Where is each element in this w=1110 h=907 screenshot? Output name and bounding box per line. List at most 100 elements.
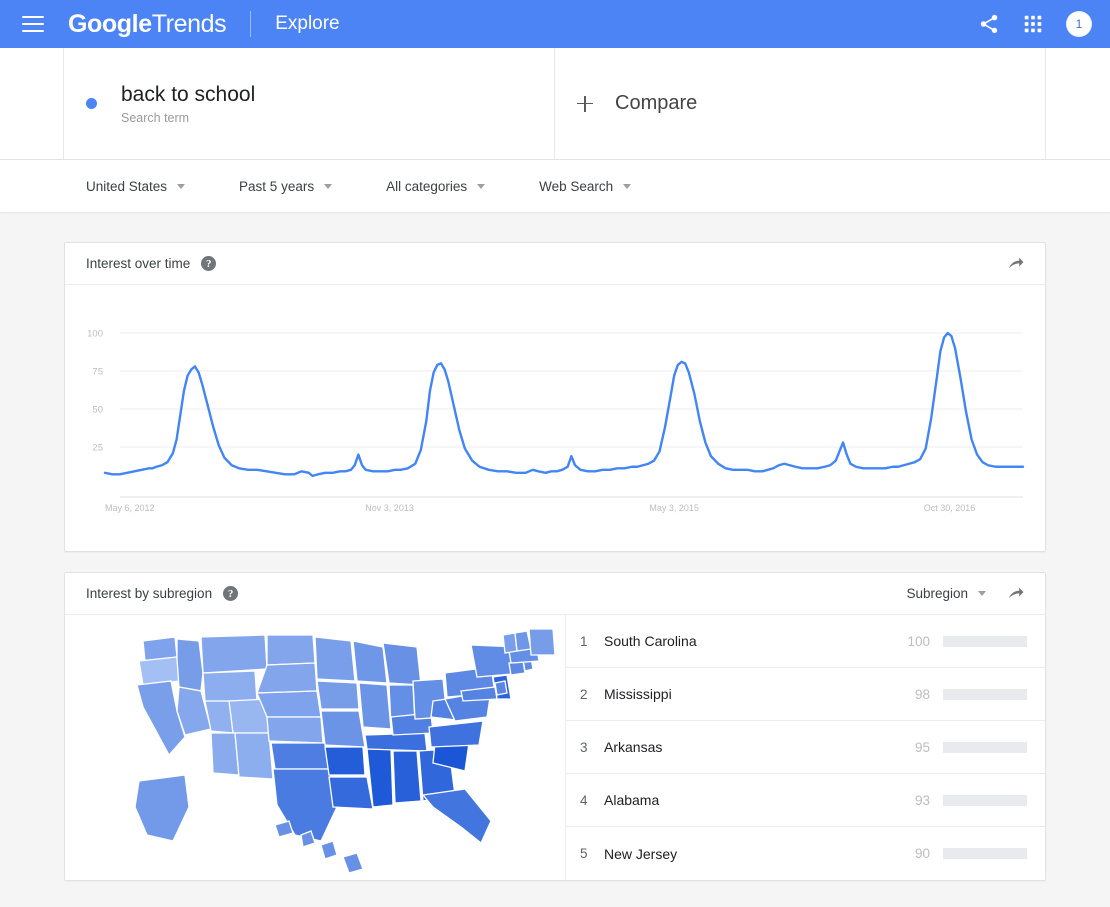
state-ks[interactable]	[266, 716, 324, 744]
query-left-gutter	[0, 48, 64, 159]
interest-over-time-chart[interactable]: 25 50 75 100 May 6, 2012 Nov 3, 2013 May 3, 20…	[65, 285, 1045, 551]
region-value: 100	[907, 633, 930, 649]
list-item[interactable]: 4 Alabama 93	[566, 774, 1045, 827]
subregion-granularity-dropdown[interactable]: Subregion	[906, 586, 986, 601]
state-me[interactable]	[528, 628, 556, 656]
avatar[interactable]: 1	[1066, 11, 1092, 37]
region-value: 90	[914, 846, 930, 861]
svg-text:Nov 3, 2013: Nov 3, 2013	[365, 503, 414, 513]
interest-by-subregion-header: Interest by subregion ? Subregion	[65, 573, 1045, 615]
state-mo[interactable]	[320, 710, 366, 748]
state-la[interactable]	[328, 776, 374, 810]
chevron-down-icon	[978, 591, 986, 596]
state-ia[interactable]	[316, 680, 360, 710]
state-nh[interactable]	[514, 630, 532, 652]
state-mt[interactable]	[200, 634, 268, 674]
state-sd[interactable]	[256, 662, 318, 694]
state-il[interactable]	[358, 682, 392, 730]
state-hi-islet-2[interactable]	[342, 852, 364, 874]
state-nc[interactable]	[428, 720, 484, 748]
state-id[interactable]	[176, 638, 204, 692]
rank: 4	[580, 792, 588, 808]
value-bar-track	[943, 794, 1027, 806]
subregion-ranking-list: 1 South Carolina 100 2 Mississippi 98 3 …	[565, 615, 1045, 880]
state-fl[interactable]	[421, 788, 492, 845]
rank: 2	[580, 686, 588, 702]
state-ca[interactable]	[136, 680, 186, 757]
header-divider	[250, 11, 252, 37]
location-filter-label: United States	[86, 178, 168, 194]
rank: 1	[580, 633, 588, 649]
interest-over-time-header: Interest over time ?	[65, 243, 1045, 285]
state-ne[interactable]	[256, 690, 322, 718]
apps-grid-icon[interactable]	[1022, 13, 1044, 35]
brand-trends-text: Trends	[151, 9, 227, 38]
list-item[interactable]: 2 Mississippi 98	[566, 668, 1045, 721]
subregion-body: 1 South Carolina 100 2 Mississippi 98 3 …	[65, 615, 1045, 880]
category-filter-label: All categories	[386, 178, 468, 194]
us-choropleth-map[interactable]	[65, 615, 565, 880]
brand-google-text: Google	[68, 9, 152, 38]
state-al[interactable]	[392, 750, 422, 804]
share-icon[interactable]	[978, 13, 1000, 35]
chevron-down-icon	[177, 183, 186, 189]
search-term-label: back to school	[121, 82, 256, 106]
rank: 5	[580, 846, 588, 861]
region-value: 93	[914, 792, 930, 808]
add-compare-button[interactable]: Compare	[555, 48, 1046, 159]
plus-icon	[577, 95, 593, 112]
state-hi-islet-1[interactable]	[320, 840, 338, 860]
interest-by-subregion-card: Interest by subregion ? Subregion 1 Sout…	[64, 572, 1046, 881]
state-az[interactable]	[210, 732, 240, 776]
chevron-down-icon	[623, 183, 632, 189]
search-type-filter-label: Web Search	[539, 178, 614, 194]
region-name: Mississippi	[604, 686, 672, 702]
share-arrow-icon[interactable]	[1006, 584, 1025, 603]
list-item[interactable]: 1 South Carolina 100	[566, 615, 1045, 668]
share-arrow-icon[interactable]	[1006, 254, 1025, 273]
region-name: New Jersey	[604, 845, 678, 862]
state-ak[interactable]	[134, 774, 190, 842]
state-hi[interactable]	[274, 820, 294, 838]
value-bar-track	[943, 688, 1027, 700]
state-mn[interactable]	[314, 636, 356, 682]
help-circle-icon[interactable]: ?	[223, 586, 239, 601]
svg-text:50: 50	[92, 405, 103, 416]
region-name: Arkansas	[604, 739, 663, 755]
search-type-filter[interactable]: Web Search	[539, 178, 632, 194]
search-term-chip[interactable]: back to school Search term	[64, 48, 555, 159]
series-color-dot	[86, 98, 97, 109]
region-name: Alabama	[604, 792, 660, 808]
svg-text:75: 75	[92, 367, 103, 378]
state-wi[interactable]	[352, 640, 388, 684]
brand-logo[interactable]: GoogleTrends	[68, 9, 227, 39]
map-svg	[134, 628, 556, 874]
state-mi[interactable]	[382, 642, 422, 686]
svg-text:100: 100	[87, 329, 103, 340]
svg-text:25: 25	[92, 443, 103, 454]
hamburger-menu-icon[interactable]	[22, 16, 44, 32]
state-nd[interactable]	[266, 634, 316, 666]
chevron-down-icon	[324, 183, 333, 189]
region-value: 95	[914, 739, 930, 755]
state-nm[interactable]	[234, 732, 274, 780]
state-or[interactable]	[138, 656, 180, 686]
region-name: South Carolina	[604, 633, 697, 649]
svg-text:May 6, 2012: May 6, 2012	[105, 503, 155, 513]
category-filter[interactable]: All categories	[386, 178, 486, 194]
state-wy[interactable]	[202, 670, 258, 702]
help-circle-icon[interactable]: ?	[201, 256, 217, 271]
time-range-filter-label: Past 5 years	[239, 178, 315, 194]
state-ar[interactable]	[324, 746, 366, 776]
explore-nav-item[interactable]: Explore	[275, 13, 339, 35]
time-range-filter[interactable]: Past 5 years	[239, 178, 333, 194]
location-filter[interactable]: United States	[86, 178, 186, 194]
state-de[interactable]	[494, 680, 508, 696]
interest-over-time-card: Interest over time ? 25 50 75 100 May 6, 201…	[64, 242, 1046, 552]
state-ok[interactable]	[270, 742, 330, 770]
list-item[interactable]: 5 New Jersey 90	[566, 827, 1045, 880]
list-item[interactable]: 3 Arkansas 95	[566, 721, 1045, 774]
search-term-type: Search term	[121, 111, 190, 126]
state-tn[interactable]	[364, 732, 428, 752]
rank: 3	[580, 739, 588, 755]
